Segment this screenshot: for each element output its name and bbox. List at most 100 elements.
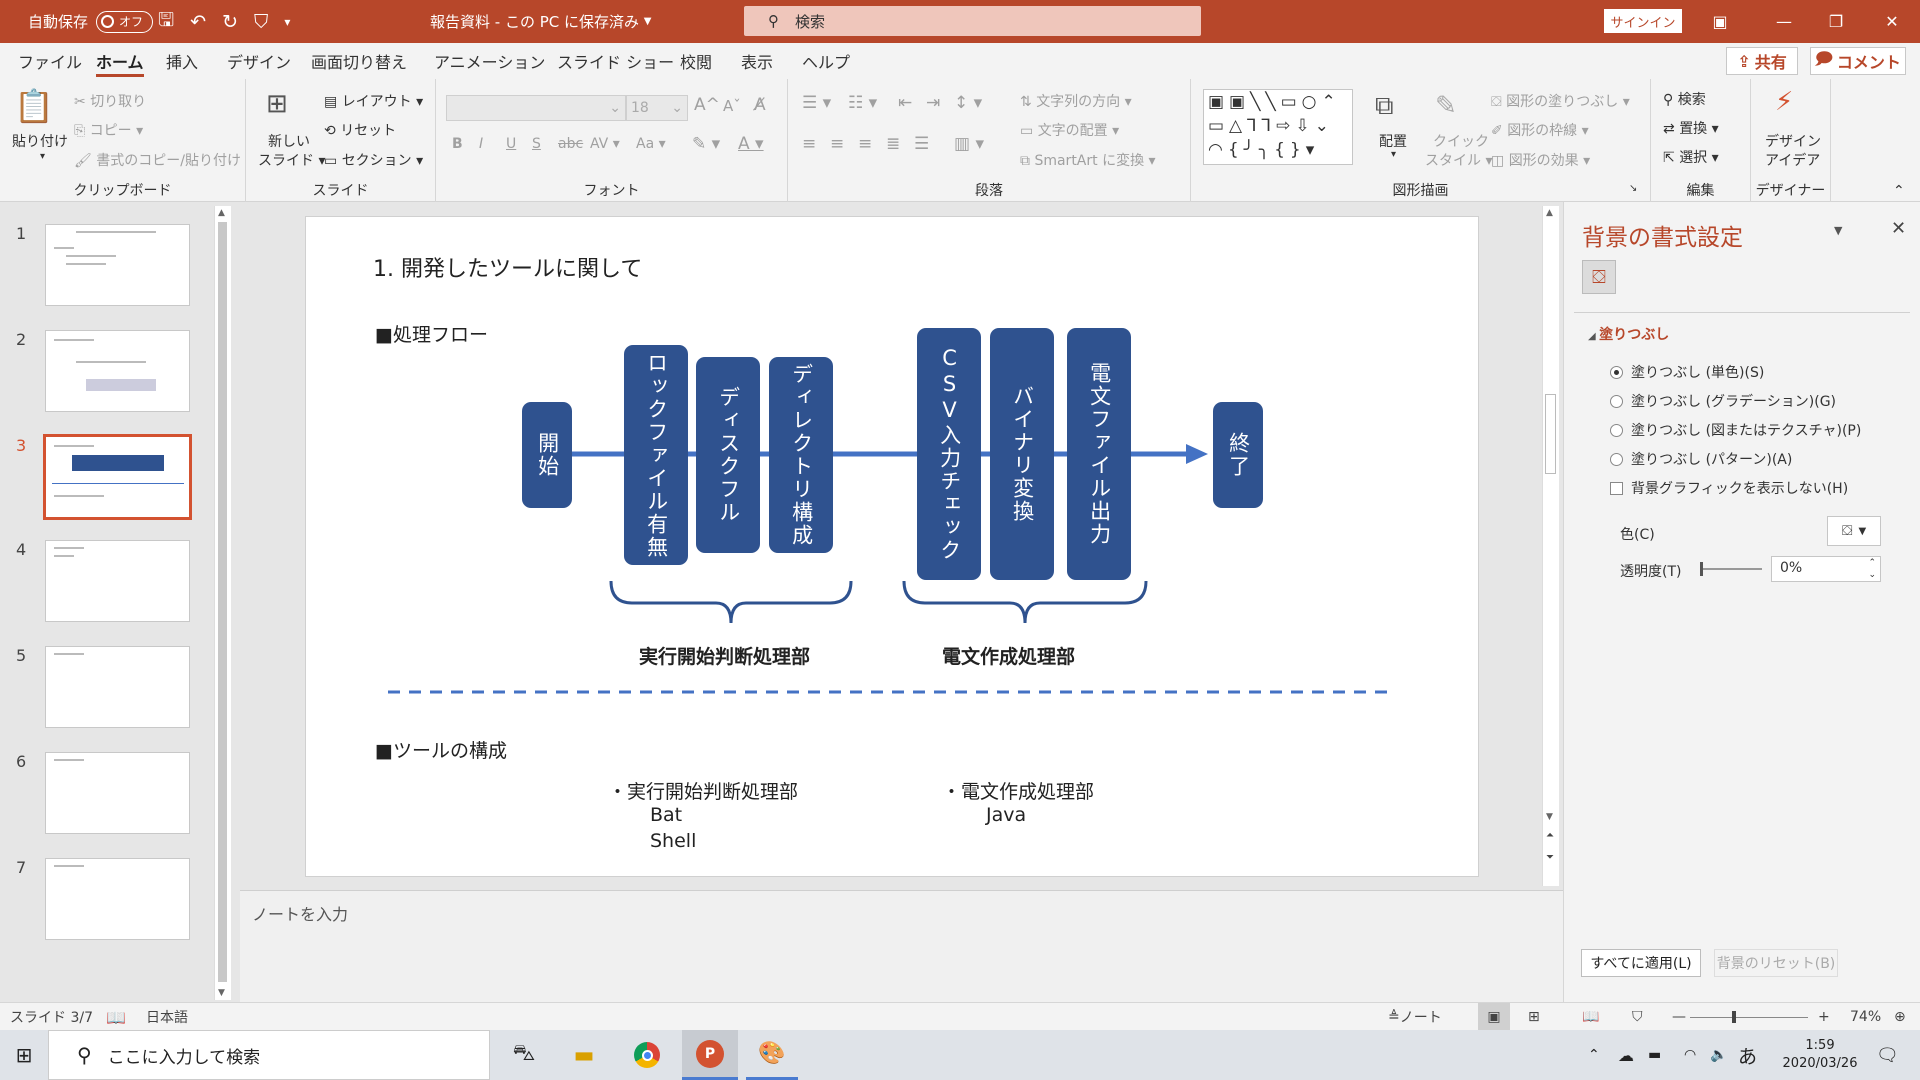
close-icon[interactable]: ✕ bbox=[1860, 0, 1920, 43]
tab-transitions[interactable]: 画面切り替え bbox=[311, 43, 407, 79]
find-button[interactable]: ⚲ 検索 bbox=[1663, 89, 1706, 109]
transparency-slider-thumb[interactable] bbox=[1700, 562, 1703, 576]
zoom-in-icon[interactable]: + bbox=[1818, 1003, 1830, 1031]
scroll-down-icon[interactable]: ▼ bbox=[1546, 812, 1553, 822]
flow-end-box[interactable]: 終了 bbox=[1213, 402, 1263, 508]
pane-close-icon[interactable]: ✕ bbox=[1891, 218, 1906, 239]
justify-icon[interactable]: ≣ bbox=[886, 134, 900, 154]
paint-app-icon[interactable]: 🎨 bbox=[746, 1030, 798, 1080]
increase-indent-icon[interactable]: ⇥ bbox=[926, 93, 940, 113]
next-slide-icon[interactable]: ⏷ bbox=[1546, 852, 1554, 863]
new-slide-button-line1[interactable]: 新しい bbox=[268, 131, 310, 151]
fill-section-header[interactable]: ◢ 塗りつぶし bbox=[1588, 324, 1669, 344]
wifi-icon[interactable]: ◠ bbox=[1684, 1030, 1696, 1080]
shapes-gallery[interactable]: ▣▣╲╲▭○⌃ ▭△⅂⅂⇨⇩⌄ ◠{╯╮{}▾ bbox=[1203, 89, 1353, 165]
cut-button[interactable]: ✂ 切り取り bbox=[74, 91, 146, 111]
group2-label[interactable]: 電文作成処理部 bbox=[942, 642, 1075, 669]
columns-icon[interactable]: ▥ ▾ bbox=[954, 134, 984, 154]
fill-solid-option[interactable]: 塗りつぶし (単色)(S) bbox=[1610, 362, 1764, 382]
normal-view-icon[interactable]: ▣ bbox=[1478, 1003, 1510, 1031]
ribbon-display-icon[interactable]: ▣ bbox=[1688, 0, 1752, 43]
quick-style-line2[interactable]: スタイル ▾ bbox=[1425, 150, 1492, 170]
zoom-out-icon[interactable]: — bbox=[1672, 1003, 1686, 1031]
underline-button[interactable]: U bbox=[506, 136, 516, 152]
flow-csv-check-box[interactable]: CSV入力チェック bbox=[917, 328, 981, 580]
arrange-button[interactable]: 配置 bbox=[1379, 131, 1407, 151]
windows-start-icon[interactable]: ⊞ bbox=[0, 1030, 48, 1080]
notification-icon[interactable]: 🗨 bbox=[1876, 1030, 1899, 1080]
chrome-icon[interactable] bbox=[620, 1030, 674, 1080]
align-left-icon[interactable]: ≡ bbox=[802, 134, 816, 154]
tool1-title[interactable]: ・実行開始判断処理部 bbox=[608, 777, 798, 804]
tool2-title[interactable]: ・電文作成処理部 bbox=[942, 777, 1094, 804]
quick-style-line1[interactable]: クイック bbox=[1433, 131, 1489, 151]
language-status[interactable]: 日本語 bbox=[146, 1003, 188, 1031]
scroll-up-icon[interactable]: ▲ bbox=[218, 208, 225, 218]
collapse-ribbon-icon[interactable]: ⌃ bbox=[1893, 183, 1905, 199]
replace-button[interactable]: ⇄ 置換 ▾ bbox=[1663, 118, 1719, 138]
undo-icon[interactable]: ↶ bbox=[190, 11, 206, 33]
tool1-item-bat[interactable]: Bat bbox=[650, 804, 682, 826]
redo-icon[interactable]: ↻ bbox=[222, 11, 238, 33]
transparency-input[interactable]: 0% ⌃ ⌄ bbox=[1771, 556, 1881, 582]
autosave-toggle[interactable]: オフ bbox=[96, 10, 154, 33]
tool1-item-shell[interactable]: Shell bbox=[650, 830, 696, 852]
slide-thumbnail-7[interactable] bbox=[45, 858, 190, 940]
grow-font-icon[interactable]: A^ bbox=[694, 95, 720, 115]
maximize-icon[interactable]: ❐ bbox=[1804, 0, 1868, 43]
paste-chevron-icon[interactable]: ▾ bbox=[40, 151, 45, 162]
layout-button[interactable]: ▤ レイアウト ▾ bbox=[324, 91, 423, 111]
section-button[interactable]: ▭ セクション ▾ bbox=[324, 150, 423, 170]
shape-outline-button[interactable]: ✐ 図形の枠線 ▾ bbox=[1491, 120, 1589, 140]
select-button[interactable]: ⇱ 選択 ▾ bbox=[1663, 147, 1719, 167]
design-ideas-line2[interactable]: アイデア bbox=[1765, 150, 1820, 170]
slide-thumbnail-6[interactable] bbox=[45, 752, 190, 834]
share-button[interactable]: ⇪ 共有 bbox=[1726, 47, 1798, 75]
font-size-combo[interactable]: 18 ⌄ bbox=[626, 95, 688, 121]
fit-to-window-icon[interactable]: ⊕ bbox=[1894, 1003, 1906, 1031]
align-center-icon[interactable]: ≡ bbox=[830, 134, 844, 154]
flow-diskfull-box[interactable]: ディスクフル bbox=[696, 357, 760, 553]
reading-view-icon[interactable]: 📖 bbox=[1582, 1003, 1599, 1031]
format-painter-button[interactable]: 🖌 書式のコピー/貼り付け bbox=[74, 150, 241, 170]
flow-binary-convert-box[interactable]: バイナリ変換 bbox=[990, 328, 1054, 580]
notes-toggle-button[interactable]: ≜ ノート bbox=[1388, 1003, 1442, 1031]
shrink-font-icon[interactable]: Aˇ bbox=[723, 97, 741, 115]
quick-style-icon[interactable]: ✎ bbox=[1435, 91, 1457, 121]
align-right-icon[interactable]: ≡ bbox=[858, 134, 872, 154]
copy-button[interactable]: ⎘ コピー ▾ bbox=[74, 120, 143, 140]
spellcheck-icon[interactable]: 📖 bbox=[106, 1003, 126, 1031]
arrange-icon[interactable]: ⧉ bbox=[1375, 91, 1394, 122]
new-slide-icon[interactable]: ⊞ bbox=[266, 89, 288, 119]
zoom-slider[interactable] bbox=[1690, 1003, 1808, 1031]
slide-thumbnail-5[interactable] bbox=[45, 646, 190, 728]
customize-qat-icon[interactable]: ▾ bbox=[284, 15, 290, 29]
highlight-icon[interactable]: ✎ ▾ bbox=[692, 134, 720, 154]
group1-label[interactable]: 実行開始判断処理部 bbox=[639, 642, 810, 669]
slide-sorter-icon[interactable]: ⊞ bbox=[1528, 1003, 1540, 1031]
reset-button[interactable]: ⟲ リセット bbox=[324, 120, 396, 140]
clock[interactable]: 1:59 2020/03/26 bbox=[1770, 1030, 1870, 1080]
save-icon[interactable]: 🖫 bbox=[158, 6, 174, 38]
line-spacing-icon[interactable]: ↕ ▾ bbox=[954, 93, 982, 113]
tab-slideshow[interactable]: スライド ショー bbox=[557, 43, 674, 79]
align-text-button[interactable]: ▭ 文字の配置 ▾ bbox=[1020, 120, 1119, 140]
previous-slide-icon[interactable]: ⏶ bbox=[1546, 830, 1554, 841]
strikethrough-button[interactable]: abc bbox=[558, 136, 583, 152]
zoom-thumb[interactable] bbox=[1732, 1010, 1736, 1023]
pane-options-icon[interactable]: ▼ bbox=[1834, 224, 1842, 237]
text-direction-button[interactable]: ⇅ 文字列の方向 ▾ bbox=[1020, 91, 1132, 111]
change-case-button[interactable]: Aa ▾ bbox=[636, 136, 666, 152]
editor-scrollbar[interactable]: ▲ ▼ ⏶ ⏷ bbox=[1542, 206, 1559, 886]
slide-thumbnail-2[interactable] bbox=[45, 330, 190, 412]
volume-icon[interactable]: 🔈 bbox=[1710, 1030, 1727, 1080]
apply-all-button[interactable]: すべてに適用(L) bbox=[1581, 949, 1701, 977]
tray-chevron-icon[interactable]: ⌃ bbox=[1588, 1030, 1600, 1080]
taskbar-search-input[interactable]: ⚲ ここに入力して検索 bbox=[48, 1030, 490, 1080]
thumbnail-scrollbar[interactable]: ▲ ▼ bbox=[214, 206, 231, 1000]
slide-thumbnail-1[interactable] bbox=[45, 224, 190, 306]
scroll-thumb[interactable] bbox=[218, 222, 227, 982]
flow-lockfile-box[interactable]: ロックファイル有無 bbox=[624, 345, 688, 565]
shape-fill-button[interactable]: ⛋ 図形の塗りつぶし ▾ bbox=[1491, 91, 1630, 111]
decrease-indent-icon[interactable]: ⇤ bbox=[898, 93, 912, 113]
